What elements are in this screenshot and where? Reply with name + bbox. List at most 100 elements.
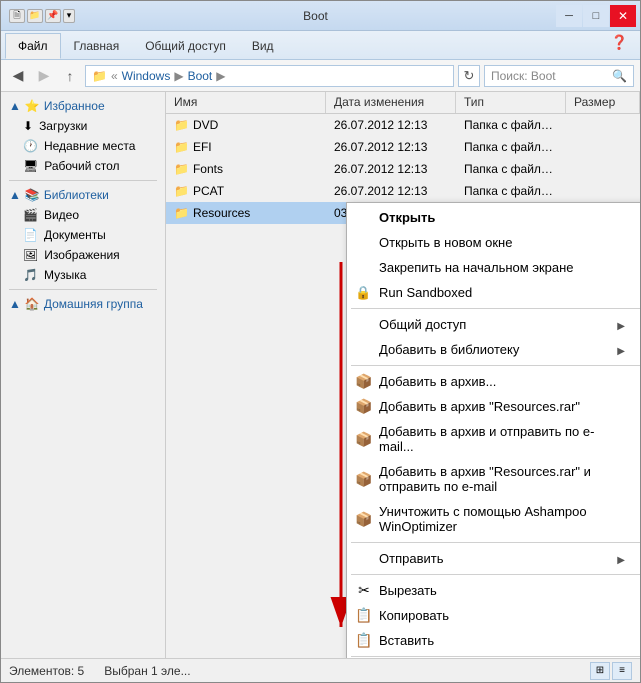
search-placeholder: Поиск: Boot (491, 69, 556, 83)
menu-sep-5 (351, 656, 640, 657)
tb-dropdown[interactable]: ▾ (63, 9, 75, 23)
menu-label-copy: Копировать (379, 608, 449, 623)
send-arrow (617, 551, 625, 566)
folder-icon: 📁 (174, 162, 189, 176)
path-icon: 📁 (92, 69, 107, 83)
sidebar-favorites-header[interactable]: ▲ ⭐ Избранное (1, 96, 165, 116)
sidebar-homegroup-header[interactable]: ▲ 🏠 Домашняя группа (1, 294, 165, 314)
back-button[interactable]: ◀ (7, 65, 29, 87)
menu-label-add-arch: Добавить в архив... (379, 374, 496, 389)
images-icon: 🖼 (23, 248, 38, 262)
menu-item-share[interactable]: Общий доступ (347, 312, 640, 337)
docs-label: Документы (44, 228, 106, 242)
file-name-efi: 📁 EFI (166, 138, 326, 156)
sidebar-item-downloads[interactable]: ⬇ Загрузки (1, 116, 165, 136)
status-bar: Элементов: 5 Выбран 1 эле... ⊞ ≡ (1, 658, 640, 682)
sidebar-divider-2 (9, 289, 157, 290)
sidebar-item-docs[interactable]: 📄 Документы (1, 225, 165, 245)
help-button[interactable]: ❓ (603, 31, 636, 59)
file-date-pcat: 26.07.2012 12:13 (326, 182, 456, 200)
archive-email-icon: 📦 (355, 430, 373, 448)
sidebar-libraries-header[interactable]: ▲ 📚 Библиотеки (1, 185, 165, 205)
up-button[interactable]: ↑ (59, 65, 81, 87)
menu-item-paste[interactable]: 📋 Вставить (347, 628, 640, 653)
col-name-header[interactable]: Имя (166, 92, 326, 113)
table-row[interactable]: 📁 Fonts 26.07.2012 12:13 Папка с файлами (166, 158, 640, 180)
favorites-arrow: ▲ (9, 99, 21, 113)
maximize-button[interactable]: □ (583, 5, 609, 27)
file-size-pcat (566, 189, 640, 193)
paste-icon: 📋 (355, 632, 373, 650)
file-type-fonts: Папка с файлами (456, 160, 566, 178)
menu-label-send: Отправить (379, 551, 443, 566)
col-type-header[interactable]: Тип (456, 92, 566, 113)
refresh-button[interactable]: ↻ (458, 65, 480, 87)
table-row[interactable]: 📁 PCAT 26.07.2012 12:13 Папка с файлами (166, 180, 640, 202)
menu-item-send[interactable]: Отправить (347, 546, 640, 571)
table-row[interactable]: 📁 EFI 26.07.2012 12:13 Папка с файлами (166, 136, 640, 158)
address-path[interactable]: 📁 « Windows ▶ Boot ▶ (85, 65, 454, 87)
search-box[interactable]: Поиск: Boot 🔍 (484, 65, 634, 87)
col-size-header[interactable]: Размер (566, 92, 640, 113)
menu-item-add-arch-rar[interactable]: 📦 Добавить в архив "Resources.rar" (347, 394, 640, 419)
menu-sep-4 (351, 574, 640, 575)
menu-label-share: Общий доступ (379, 317, 466, 332)
ribbon-tabs: Файл Главная Общий доступ Вид ❓ (1, 31, 640, 59)
menu-item-ashampoo[interactable]: 📦 Уничтожить с помощью Ashampoo WinOptim… (347, 499, 640, 539)
status-selected: Выбран 1 эле... (104, 664, 190, 678)
path-boot[interactable]: Boot (188, 69, 213, 83)
tab-view[interactable]: Вид (239, 33, 287, 59)
share-arrow (617, 317, 625, 332)
search-icon[interactable]: 🔍 (612, 69, 627, 83)
music-icon: 🎵 (23, 268, 38, 282)
sidebar-item-music[interactable]: 🎵 Музыка (1, 265, 165, 285)
file-size-fonts (566, 167, 640, 171)
homegroup-label: Домашняя группа (44, 297, 143, 311)
menu-item-sandbox[interactable]: 🔒 Run Sandboxed (347, 280, 640, 305)
close-button[interactable]: ✕ (610, 5, 636, 27)
tab-share[interactable]: Общий доступ (132, 33, 239, 59)
forward-button[interactable]: ▶ (33, 65, 55, 87)
menu-item-open-new[interactable]: Открыть в новом окне (347, 230, 640, 255)
sidebar-divider-1 (9, 180, 157, 181)
file-list-header: Имя Дата изменения Тип Размер (166, 92, 640, 114)
recent-icon: 🕐 (23, 139, 38, 153)
path-windows[interactable]: Windows (122, 69, 171, 83)
menu-item-add-arch[interactable]: 📦 Добавить в архив... (347, 369, 640, 394)
file-list-area: Имя Дата изменения Тип Размер 📁 DVD 26.0… (166, 92, 640, 658)
video-icon: 🎬 (23, 208, 38, 222)
menu-item-add-lib[interactable]: Добавить в библиотеку (347, 337, 640, 362)
video-label: Видео (44, 208, 79, 222)
sidebar-item-desktop[interactable]: 🖥 Рабочий стол (1, 156, 165, 176)
menu-item-copy[interactable]: 📋 Копировать (347, 603, 640, 628)
menu-item-add-arch-email[interactable]: 📦 Добавить в архив и отправить по e-mail… (347, 419, 640, 459)
view-grid-button[interactable]: ⊞ (590, 662, 610, 680)
window-controls: ─ □ ✕ (556, 5, 636, 27)
ribbon: Файл Главная Общий доступ Вид ❓ (1, 31, 640, 60)
tab-file[interactable]: Файл (5, 33, 61, 59)
menu-item-cut[interactable]: ✂ Вырезать (347, 578, 640, 603)
view-list-button[interactable]: ≡ (612, 662, 632, 680)
downloads-label: Загрузки (39, 119, 87, 133)
col-date-header[interactable]: Дата изменения (326, 92, 456, 113)
menu-item-pin[interactable]: Закрепить на начальном экране (347, 255, 640, 280)
minimize-button[interactable]: ─ (556, 5, 582, 27)
sidebar: ▲ ⭐ Избранное ⬇ Загрузки 🕐 Недавние мест… (1, 92, 166, 658)
file-name-pcat: 📁 PCAT (166, 182, 326, 200)
sidebar-item-video[interactable]: 🎬 Видео (1, 205, 165, 225)
menu-label-ashampoo: Уничтожить с помощью Ashampoo WinOptimiz… (379, 504, 625, 534)
menu-label-add-arch-rar-email: Добавить в архив "Resources.rar" и отпра… (379, 464, 625, 494)
file-size-dvd (566, 123, 640, 127)
table-row[interactable]: 📁 DVD 26.07.2012 12:13 Папка с файлами (166, 114, 640, 136)
menu-item-open[interactable]: Открыть (347, 205, 640, 230)
tab-home[interactable]: Главная (61, 33, 133, 59)
sidebar-item-recent[interactable]: 🕐 Недавние места (1, 136, 165, 156)
menu-item-add-arch-rar-email[interactable]: 📦 Добавить в архив "Resources.rar" и отп… (347, 459, 640, 499)
sidebar-item-images[interactable]: 🖼 Изображения (1, 245, 165, 265)
homegroup-icon: 🏠 (25, 297, 40, 311)
music-label: Музыка (44, 268, 86, 282)
menu-label-open-new: Открыть в новом окне (379, 235, 512, 250)
tb-icon-doc: 🗎 (9, 9, 25, 23)
favorites-section: ▲ ⭐ Избранное ⬇ Загрузки 🕐 Недавние мест… (1, 96, 165, 176)
menu-sep-2 (351, 365, 640, 366)
